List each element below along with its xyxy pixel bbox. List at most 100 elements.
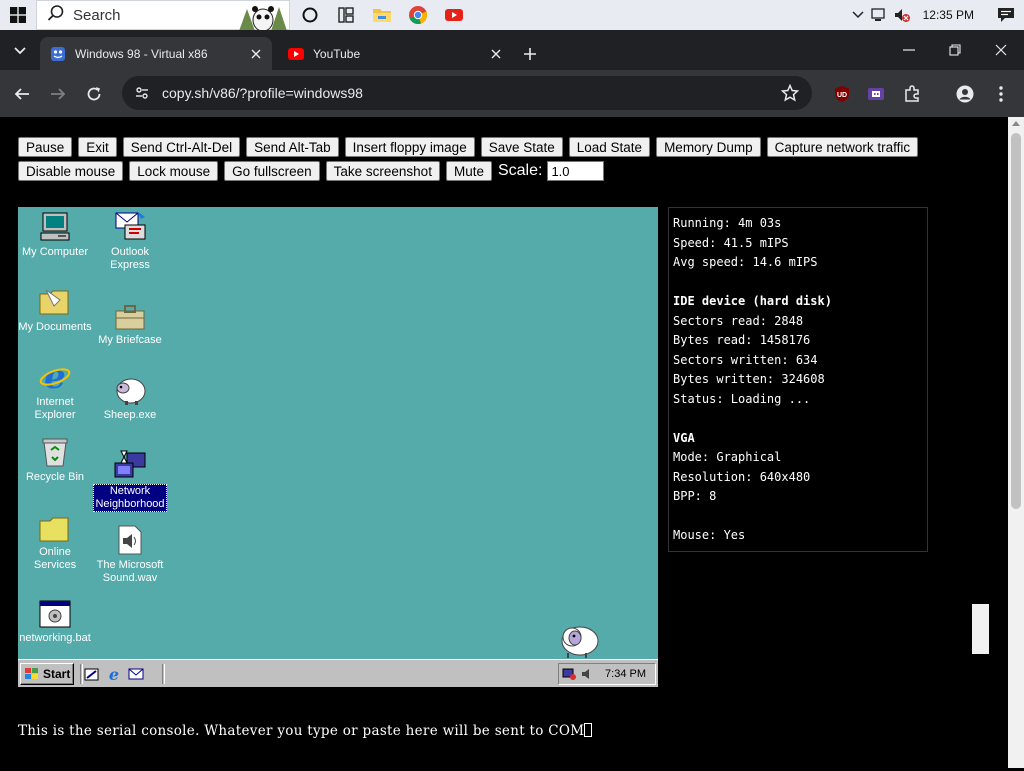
sheep-icon — [112, 372, 148, 406]
tab-windows98[interactable]: Windows 98 - Virtual x86 — [40, 37, 272, 70]
notifications-icon[interactable] — [988, 0, 1024, 30]
back-arrow-icon[interactable] — [9, 81, 35, 107]
win98-start-button[interactable]: Start — [20, 663, 74, 685]
extensions-puzzle-icon[interactable] — [899, 81, 925, 107]
emulator-stats-panel: Running: 4m 03s Speed: 41.5 mIPS Avg spe… — [668, 207, 928, 552]
twitch-extension-icon[interactable] — [863, 81, 889, 107]
desktop-icon-my-briefcase[interactable]: My Briefcase — [93, 297, 167, 347]
widgets-icon[interactable] — [328, 0, 364, 30]
desktop-icon-outlook-express[interactable]: Outlook Express — [93, 209, 167, 272]
new-tab-plus-icon[interactable] — [518, 42, 542, 66]
file-explorer-icon[interactable] — [364, 0, 400, 30]
close-window-icon[interactable] — [978, 30, 1024, 70]
icon-label: Online Services — [33, 546, 77, 571]
close-tab-icon[interactable] — [246, 44, 266, 64]
desktop-icon-network-neighborhood[interactable]: Network Neighborhood — [93, 447, 167, 512]
desktop-icon-my-computer[interactable]: My Computer — [18, 209, 92, 259]
forward-arrow-icon[interactable] — [45, 81, 71, 107]
address-bar[interactable]: copy.sh/v86/?profile=windows98 — [122, 76, 812, 110]
desktop-icon-microsoft-sound[interactable]: The Microsoft Sound.wav — [93, 522, 167, 585]
scroll-thumb[interactable] — [1011, 133, 1021, 509]
go-fullscreen-button[interactable]: Go fullscreen — [224, 161, 320, 181]
capture-network-button[interactable]: Capture network traffic — [766, 137, 919, 157]
network-icon[interactable] — [869, 0, 891, 30]
youtube-app-icon[interactable] — [436, 0, 472, 30]
volume-muted-icon[interactable] — [891, 0, 913, 30]
network-neighborhood-icon — [112, 447, 148, 481]
desktop-icon-sheep-exe[interactable]: Sheep.exe — [93, 372, 167, 422]
ublock-badge: UD — [837, 92, 847, 99]
disable-mouse-button[interactable]: Disable mouse — [18, 161, 124, 181]
chrome-app-icon[interactable] — [400, 0, 436, 30]
briefcase-icon — [112, 297, 148, 331]
desktop-icon-my-documents[interactable]: My Documents — [18, 284, 92, 334]
icon-label: Sheep.exe — [103, 409, 157, 421]
send-ctrl-alt-del-button[interactable]: Send Ctrl-Alt-Del — [122, 137, 241, 157]
start-label: Start — [43, 667, 71, 681]
tray-volume-icon[interactable] — [580, 667, 594, 681]
icon-label: Internet Explorer — [34, 396, 76, 421]
serial-console[interactable]: This is the serial console. Whatever you… — [18, 721, 972, 771]
control-buttons-row-2: Disable mouse Lock mouse Go fullscreen T… — [18, 161, 605, 181]
desktop-icon-recycle-bin[interactable]: Recycle Bin — [18, 434, 92, 484]
show-desktop-icon[interactable] — [84, 666, 100, 682]
desktop-icon-online-services[interactable]: Online Services — [18, 509, 92, 572]
win98-taskbar: Start e 7:34 PM — [18, 659, 658, 687]
search-icon — [47, 4, 65, 27]
site-info-icon[interactable] — [132, 83, 152, 103]
stat-mouse: Mouse: Yes — [673, 528, 746, 542]
scale-label: Scale: — [497, 162, 543, 179]
desktop-icon-networking-bat[interactable]: networking.bat — [18, 595, 92, 645]
stat-speed: Speed: 41.5 mIPS — [673, 235, 789, 250]
desktop-icon-internet-explorer[interactable]: e Internet Explorer — [18, 359, 92, 422]
reload-icon[interactable] — [81, 81, 107, 107]
scale-input[interactable] — [547, 161, 605, 181]
svg-text:e: e — [44, 359, 66, 393]
stat-vga-header: VGA — [673, 430, 695, 445]
v86-favicon-icon — [50, 46, 66, 62]
insert-floppy-button[interactable]: Insert floppy image — [344, 137, 475, 157]
memory-dump-button[interactable]: Memory Dump — [656, 137, 761, 157]
win98-clock[interactable]: 7:34 PM — [605, 668, 646, 680]
mute-button[interactable]: Mute — [445, 161, 492, 181]
more-menu-icon[interactable] — [988, 81, 1014, 107]
chevron-up-icon[interactable] — [847, 0, 869, 30]
pause-button[interactable]: Pause — [18, 137, 73, 157]
take-screenshot-button[interactable]: Take screenshot — [325, 161, 440, 181]
tray-network-icon[interactable] — [562, 667, 578, 681]
desktop-sheep-sprite-icon[interactable] — [556, 621, 600, 664]
page-scrollbar[interactable] — [1008, 117, 1024, 768]
lock-mouse-button[interactable]: Lock mouse — [129, 161, 219, 181]
close-tab-icon[interactable] — [486, 44, 506, 64]
task-view-icon[interactable] — [292, 0, 328, 30]
system-clock[interactable]: 12:35 PM — [913, 0, 988, 30]
sound-file-icon — [112, 522, 148, 556]
ublock-extension-icon[interactable]: UD — [829, 81, 855, 107]
icon-label: Recycle Bin — [25, 471, 85, 483]
restore-icon[interactable] — [932, 30, 978, 70]
url-text: copy.sh/v86/?profile=windows98 — [162, 85, 363, 101]
ie-quicklaunch-icon[interactable]: e — [106, 666, 122, 682]
minimize-icon[interactable] — [886, 30, 932, 70]
bookmark-star-icon[interactable] — [780, 83, 800, 103]
windows-start-icon[interactable] — [0, 0, 36, 30]
send-alt-tab-button[interactable]: Send Alt-Tab — [246, 137, 339, 157]
outlook-quicklaunch-icon[interactable] — [128, 666, 144, 682]
icon-label: The Microsoft Sound.wav — [96, 559, 164, 584]
svg-text:e: e — [109, 666, 119, 682]
computer-icon — [37, 209, 73, 243]
tab-search-chevron-icon[interactable] — [8, 39, 32, 63]
youtube-favicon-icon — [288, 46, 304, 62]
taskbar-search-box[interactable]: Search — [36, 0, 290, 32]
serial-console-scrollbar[interactable] — [972, 604, 989, 654]
icon-label: My Computer — [21, 246, 89, 258]
emulator-screen[interactable]: My Computer Outlook Express My Documents… — [18, 207, 658, 687]
search-label: Search — [73, 6, 121, 24]
exit-button[interactable]: Exit — [78, 137, 117, 157]
tab-title: Windows 98 - Virtual x86 — [75, 46, 208, 61]
load-state-button[interactable]: Load State — [568, 137, 651, 157]
profile-avatar-icon[interactable] — [952, 81, 978, 107]
scroll-up-arrow-icon[interactable] — [1012, 121, 1020, 126]
save-state-button[interactable]: Save State — [480, 137, 563, 157]
tab-youtube[interactable]: YouTube — [278, 37, 512, 70]
